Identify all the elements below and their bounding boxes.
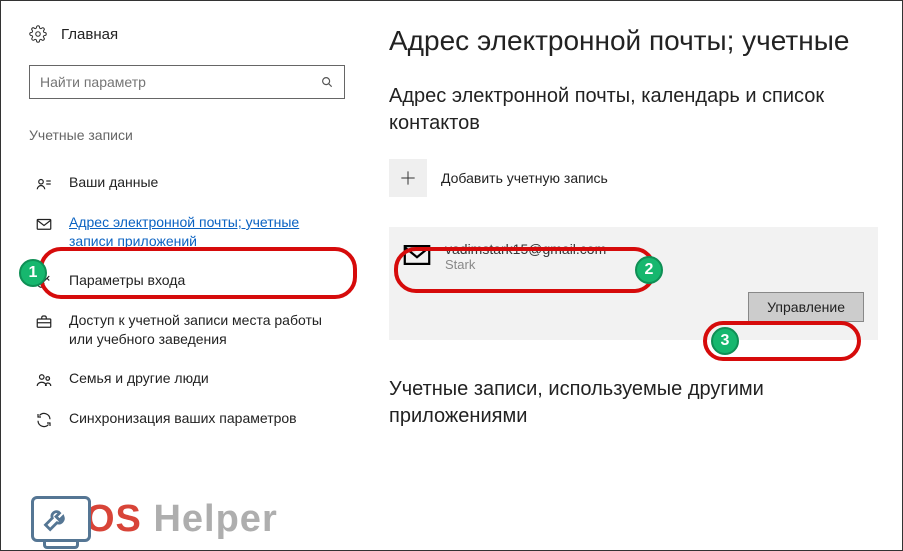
nav-label: Ваши данные xyxy=(69,173,158,192)
nav-label: Синхронизация ваших параметров xyxy=(69,409,297,428)
nav-sync[interactable]: Синхронизация ваших параметров xyxy=(29,399,345,439)
nav-your-info[interactable]: Ваши данные xyxy=(29,163,345,203)
person-card-icon xyxy=(35,175,53,193)
mail-icon xyxy=(35,215,53,233)
section-heading-1: Адрес электронной почты, календарь и спи… xyxy=(389,83,878,137)
nav-email-accounts[interactable]: Адрес электронной почты; учетные записи … xyxy=(29,203,345,261)
nav-family[interactable]: Семья и другие люди xyxy=(29,359,345,399)
monitor-icon xyxy=(31,496,91,542)
add-account-label: Добавить учетную запись xyxy=(441,170,608,186)
section-heading-2: Учетные записи, используемые другими при… xyxy=(389,376,878,430)
plus-icon xyxy=(398,168,418,188)
nav-label: Доступ к учетной записи места работы или… xyxy=(69,311,339,349)
watermark-text: OS Helper xyxy=(85,498,278,541)
nav-label: Адрес электронной почты; учетные записи … xyxy=(69,213,339,251)
manage-label: Управление xyxy=(767,299,845,315)
section-title: Учетные записи xyxy=(29,127,345,143)
mail-icon xyxy=(403,245,431,265)
briefcase-icon xyxy=(35,313,53,331)
search-box[interactable] xyxy=(29,65,345,99)
home-label: Главная xyxy=(61,26,118,43)
sync-icon xyxy=(35,411,53,429)
key-icon xyxy=(35,273,53,291)
page-title: Адрес электронной почты; учетные xyxy=(389,25,878,57)
manage-button[interactable]: Управление xyxy=(748,292,864,322)
wrench-icon xyxy=(42,505,70,533)
home-link[interactable]: Главная xyxy=(29,25,345,43)
people-icon xyxy=(35,371,53,389)
search-icon xyxy=(320,75,334,89)
nav-label: Семья и другие люди xyxy=(69,369,209,388)
add-account-button[interactable] xyxy=(389,159,427,197)
search-input[interactable] xyxy=(40,74,320,90)
nav-signin-options[interactable]: Параметры входа xyxy=(29,261,345,301)
nav-label: Параметры входа xyxy=(69,271,185,290)
account-item[interactable]: vadimstark15@gmail.com Stark Управление xyxy=(389,227,878,340)
account-email: vadimstark15@gmail.com xyxy=(445,241,606,257)
account-name: Stark xyxy=(445,257,606,272)
nav-work-access[interactable]: Доступ к учетной записи места работы или… xyxy=(29,301,345,359)
watermark: OS Helper xyxy=(31,496,278,542)
gear-icon xyxy=(29,25,47,43)
